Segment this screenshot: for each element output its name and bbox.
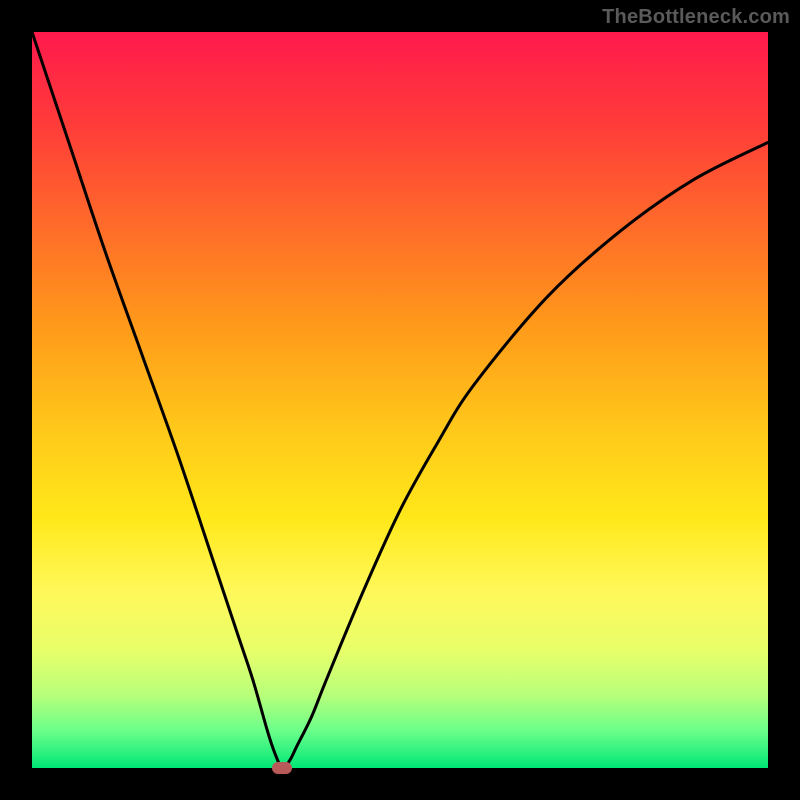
plot-area <box>32 32 768 768</box>
bottleneck-curve <box>32 32 768 768</box>
optimum-marker <box>272 762 292 774</box>
chart-frame: TheBottleneck.com <box>0 0 800 800</box>
watermark-text: TheBottleneck.com <box>602 6 790 29</box>
curve-layer <box>32 32 768 768</box>
